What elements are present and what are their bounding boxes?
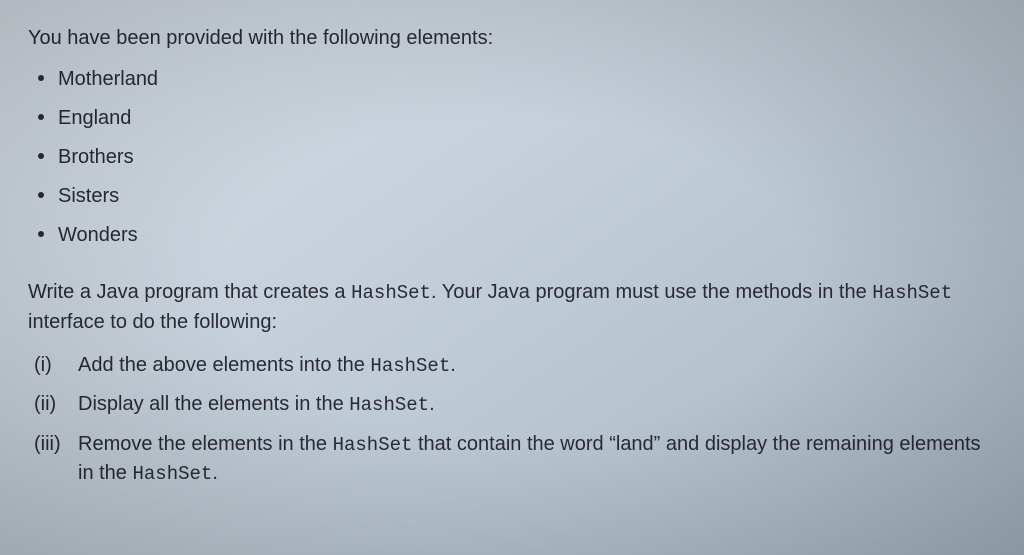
instruction-text: . Your Java program must use the methods… [431,281,872,303]
code-hashset: HashSet [351,282,431,304]
task-text: . [450,354,456,376]
task-text: Remove the elements in the [78,433,333,455]
task-list: (i) Add the above elements into the Hash… [28,351,996,489]
list-item: England [28,104,996,133]
task-text: . [212,462,218,484]
list-item-text: Motherland [58,68,158,90]
list-item-text: Wonders [58,224,138,246]
list-item: Motherland [28,65,996,94]
instruction-text: Write a Java program that creates a [28,281,351,303]
task-text: Display all the elements in the [78,393,349,415]
task-number: (i) [34,351,78,380]
task-description: Add the above elements into the HashSet. [78,351,996,381]
code-hashset: HashSet [132,463,212,485]
question-content: You have been provided with the followin… [0,0,1024,489]
code-hashset: HashSet [349,394,429,416]
list-item: Wonders [28,221,996,250]
code-hashset: HashSet [872,282,952,304]
code-hashset: HashSet [370,355,450,377]
instruction-paragraph: Write a Java program that creates a Hash… [28,278,996,337]
instruction-text: interface to do the following: [28,311,277,333]
element-list: Motherland England Brothers Sisters Wond… [28,65,996,250]
task-text: . [429,393,435,415]
task-item: (i) Add the above elements into the Hash… [34,351,996,381]
list-item: Sisters [28,182,996,211]
list-item-text: England [58,107,131,129]
task-description: Display all the elements in the HashSet. [78,390,996,420]
intro-text: You have been provided with the followin… [28,24,996,53]
task-item: (ii) Display all the elements in the Has… [34,390,996,420]
task-number: (iii) [34,430,78,459]
list-item-text: Brothers [58,146,134,168]
task-description: Remove the elements in the HashSet that … [78,430,996,489]
task-item: (iii) Remove the elements in the HashSet… [34,430,996,489]
task-number: (ii) [34,390,78,419]
list-item-text: Sisters [58,185,119,207]
list-item: Brothers [28,143,996,172]
task-text: Add the above elements into the [78,354,370,376]
code-hashset: HashSet [333,434,413,456]
